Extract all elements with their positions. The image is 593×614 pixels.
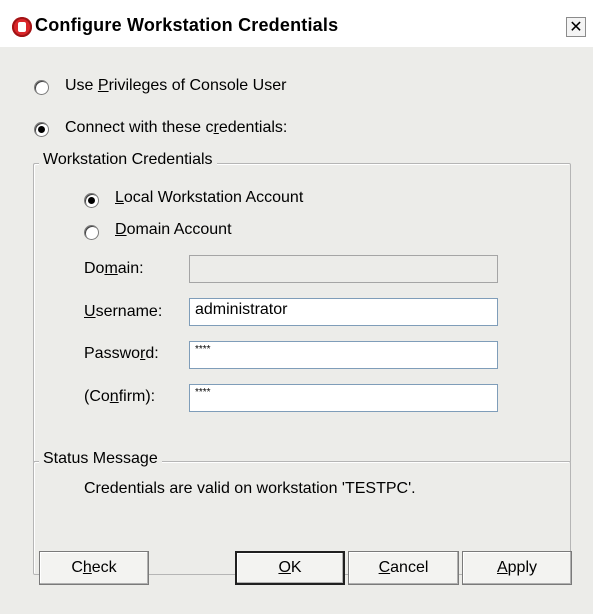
apply-button[interactable]: Apply (462, 551, 572, 585)
username-label: Username: (84, 303, 163, 320)
password-label: Password: (84, 345, 159, 362)
credentials-group-legend: Workstation Credentials (39, 151, 217, 169)
radio-domain-account-label[interactable]: Domain Account (115, 221, 232, 239)
confirm-field[interactable]: **** (189, 384, 498, 412)
ok-button[interactable]: OK (235, 551, 345, 585)
status-group-legend: Status Message (39, 450, 162, 468)
close-icon: ✕ (569, 19, 583, 36)
radio-connect-with-credentials-label[interactable]: Connect with these credentials: (65, 119, 287, 137)
status-message: Credentials are valid on workstation 'TE… (84, 480, 416, 497)
check-button[interactable]: Check (39, 551, 149, 585)
radio-domain-account[interactable] (84, 225, 99, 240)
username-field[interactable]: administrator (189, 298, 498, 326)
radio-use-console-privileges-label[interactable]: Use Privileges of Console User (65, 77, 286, 95)
radio-local-account[interactable] (84, 193, 99, 208)
domain-label: Domain: (84, 260, 144, 277)
radio-local-account-label[interactable]: Local Workstation Account (115, 189, 303, 207)
radio-connect-with-credentials[interactable] (34, 122, 49, 137)
confirm-label: (Confirm): (84, 388, 156, 405)
dialog-client: Use Privileges of Console User Connect w… (0, 47, 593, 614)
dialog-window: Configure Workstation Credentials ✕ Use … (0, 0, 593, 614)
domain-field[interactable] (189, 255, 498, 283)
window-title: Configure Workstation Credentials (35, 15, 339, 35)
radio-use-console-privileges[interactable] (34, 80, 49, 95)
close-button[interactable]: ✕ (566, 17, 586, 37)
title-bar[interactable]: Configure Workstation Credentials ✕ (0, 0, 593, 47)
cancel-button[interactable]: Cancel (348, 551, 459, 585)
password-field[interactable]: **** (189, 341, 498, 369)
app-icon (12, 17, 32, 37)
